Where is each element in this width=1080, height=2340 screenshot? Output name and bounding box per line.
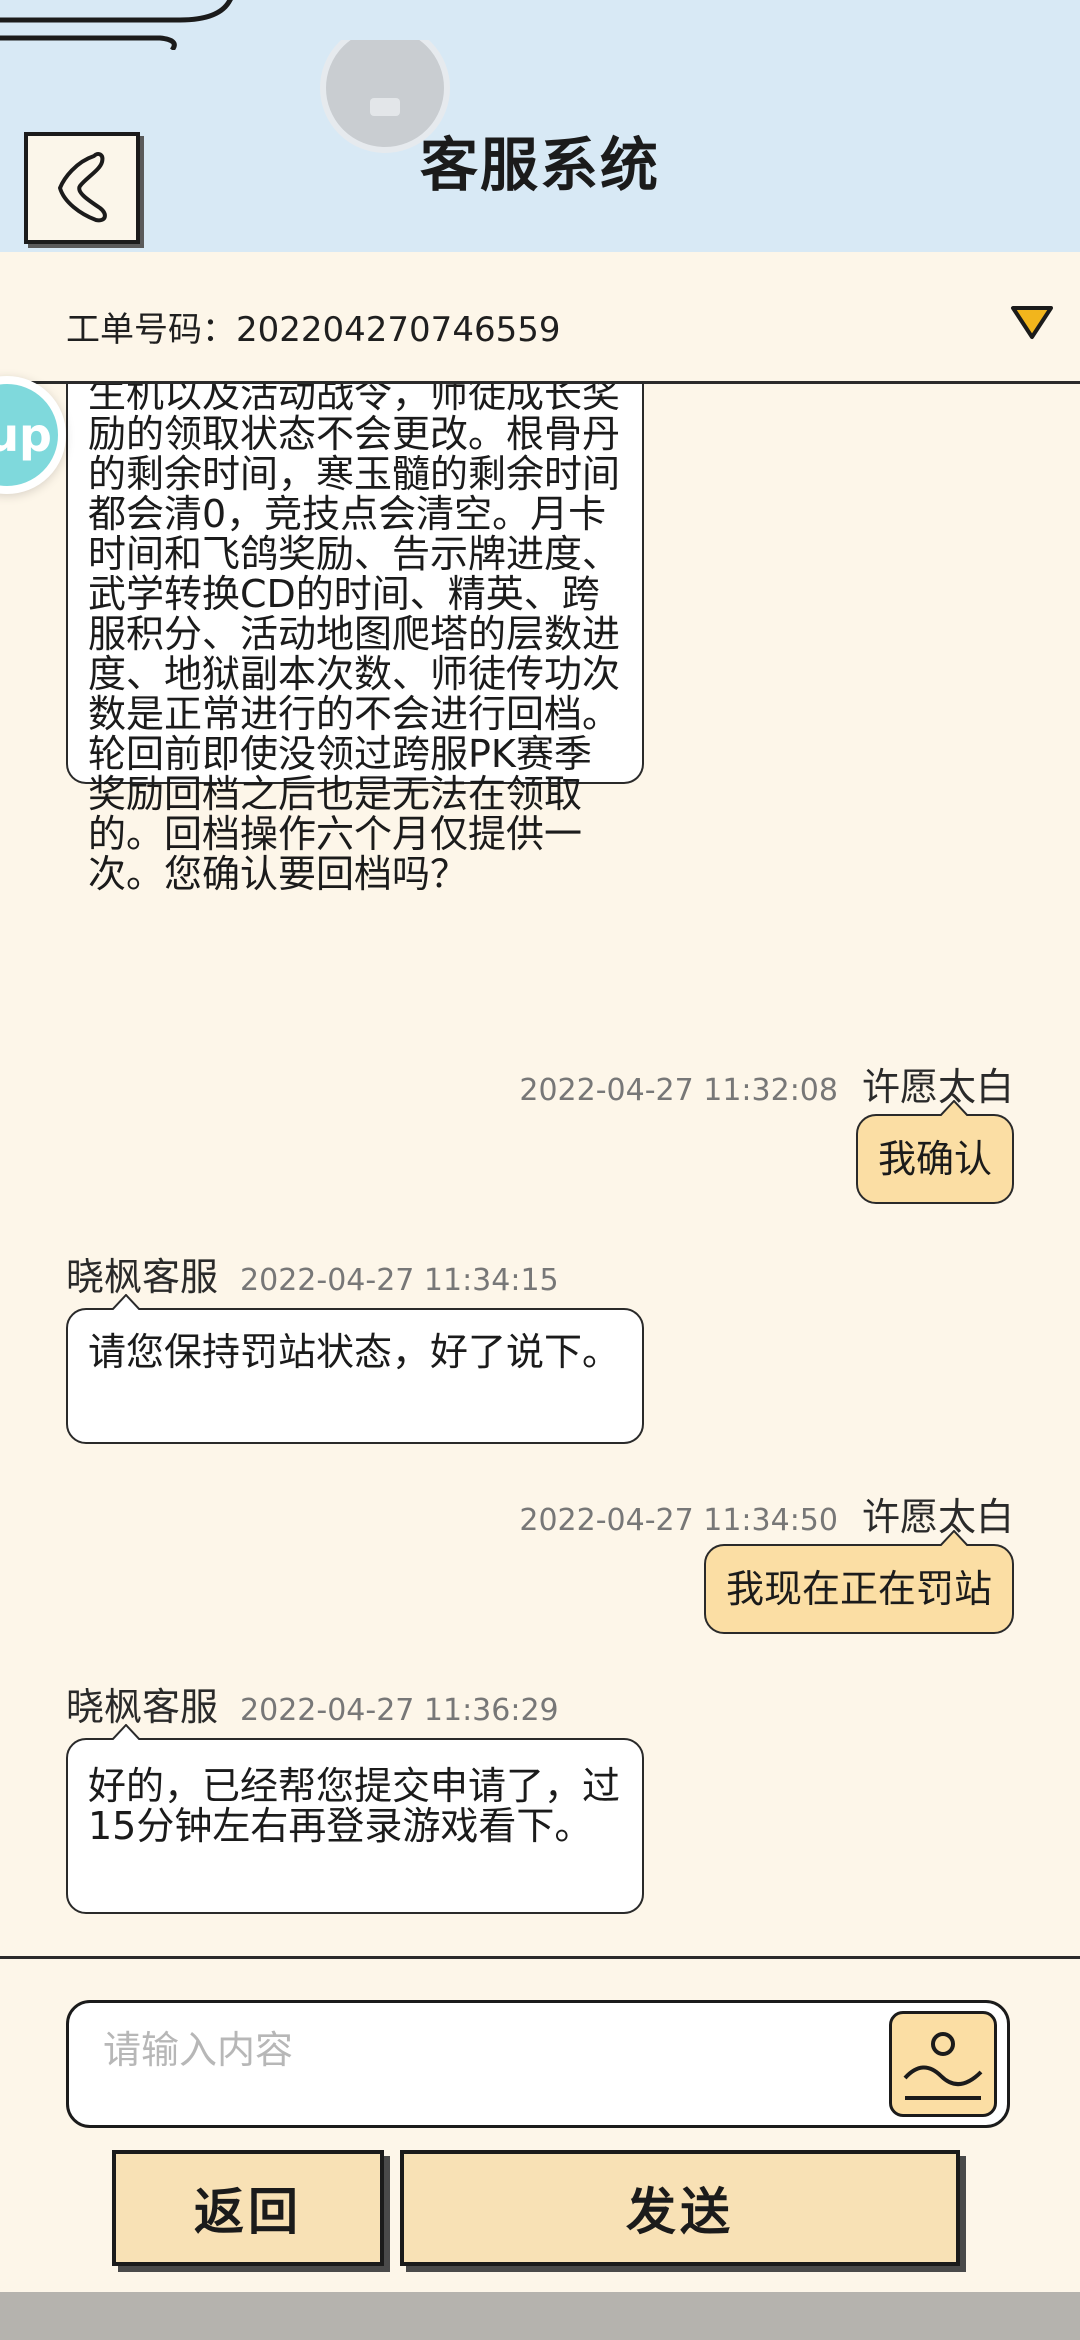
sender-name: 许愿太白 bbox=[861, 1065, 1014, 1109]
ticket-bar[interactable]: 工单号码：202204270746559 bbox=[0, 252, 1080, 384]
floating-up-label: up bbox=[0, 408, 52, 462]
dropdown-triangle-icon[interactable] bbox=[1010, 304, 1054, 340]
image-upload-button[interactable] bbox=[889, 2011, 997, 2117]
agent-message-bubble: 请您保持罚站状态，好了说下。 bbox=[66, 1294, 644, 1444]
message-text: 我确认 bbox=[877, 1137, 992, 1181]
bubble-tail-icon bbox=[940, 1100, 968, 1116]
message-timestamp: 2022-04-27 11:34:50 bbox=[519, 1503, 838, 1538]
sender-name: 晓枫客服 bbox=[66, 1685, 219, 1729]
message-timestamp: 2022-04-27 11:34:15 bbox=[240, 1263, 559, 1298]
message-meta: 晓枫客服 2022-04-27 11:36:29 bbox=[66, 1676, 559, 1731]
back-arrow-button[interactable] bbox=[24, 132, 140, 244]
agent-message-bubble: 好的，已经帮您提交申请了，过15分钟左右再登录游戏看下。 bbox=[66, 1724, 644, 1914]
sender-name: 许愿太白 bbox=[861, 1495, 1014, 1539]
ticket-number: 202204270746559 bbox=[236, 310, 561, 350]
message-text: 请您保持罚站状态，好了说下。 bbox=[88, 1330, 621, 1374]
system-navigation-bar bbox=[0, 2292, 1080, 2340]
ticket-number-display: 工单号码：202204270746559 bbox=[66, 302, 560, 351]
message-meta: 晓枫客服 2022-04-27 11:34:15 bbox=[66, 1246, 559, 1301]
message-input-box[interactable] bbox=[66, 2000, 1010, 2128]
message-timestamp: 2022-04-27 11:32:08 bbox=[519, 1073, 838, 1108]
bubble-tail-icon bbox=[112, 1724, 140, 1740]
bubble-tail-icon bbox=[940, 1530, 968, 1546]
header: 客服系统 bbox=[0, 0, 1080, 252]
message-text: 生机以及活动战令，师徒成长奖励的领取状态不会更改。根骨丹的剩余时间，寒玉髓的剩余… bbox=[88, 384, 621, 896]
chevron-left-icon bbox=[58, 152, 107, 223]
page-title: 客服系统 bbox=[420, 131, 661, 199]
chat-area[interactable]: 生机以及活动战令，师徒成长奖励的领取状态不会更改。根骨丹的剩余时间，寒玉髓的剩余… bbox=[0, 384, 1080, 1956]
message-text: 我现在正在罚站 bbox=[725, 1567, 992, 1611]
bubble-tail-icon bbox=[112, 1294, 140, 1310]
sender-name: 晓枫客服 bbox=[66, 1255, 219, 1299]
message-text: 好的，已经帮您提交申请了，过15分钟左右再登录游戏看下。 bbox=[88, 1764, 621, 1848]
cloud-decoration-icon bbox=[0, 0, 233, 50]
user-message-bubble: 我现在正在罚站 bbox=[703, 1530, 1014, 1634]
user-message-bubble: 我确认 bbox=[855, 1100, 1014, 1204]
message-timestamp: 2022-04-27 11:36:29 bbox=[240, 1693, 559, 1728]
send-button[interactable]: 发送 bbox=[400, 2150, 960, 2266]
image-icon bbox=[903, 2032, 983, 2100]
message-input[interactable] bbox=[101, 2017, 925, 2117]
divider bbox=[0, 1956, 1080, 1959]
agent-message-bubble: 生机以及活动战令，师徒成长奖励的领取状态不会更改。根骨丹的剩余时间，寒玉髓的剩余… bbox=[66, 384, 644, 894]
ticket-label: 工单号码： bbox=[66, 310, 236, 350]
back-button[interactable]: 返回 bbox=[112, 2150, 384, 2266]
